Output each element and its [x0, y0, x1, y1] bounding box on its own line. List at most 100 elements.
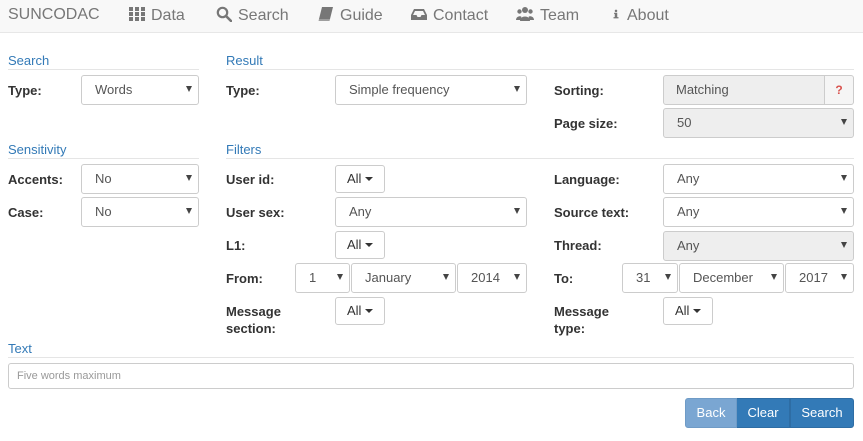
user-id-dropdown[interactable]: All — [335, 165, 386, 193]
page-size-select[interactable]: 50 — [663, 108, 854, 138]
case-select[interactable]: No — [81, 197, 199, 227]
message-type-label: Message type: — [554, 304, 609, 336]
nav-item-team[interactable]: Team — [516, 6, 579, 25]
language-select[interactable]: Any — [663, 164, 854, 194]
search-type-label: Type: — [8, 83, 42, 98]
accents-label: Accents: — [8, 172, 63, 187]
from-month-select[interactable]: January — [351, 263, 456, 293]
to-year-select[interactable]: 2017 — [785, 263, 854, 293]
clear-button[interactable]: Clear — [737, 398, 790, 428]
sensitivity-section-title: Sensitivity — [8, 142, 67, 157]
chevron-down-icon — [841, 119, 847, 125]
nav-item-about[interactable]: About — [611, 6, 669, 25]
language-value: Any — [677, 171, 700, 186]
caret-down-icon — [693, 309, 702, 313]
result-section-divider — [226, 69, 854, 70]
message-section-value: All — [347, 303, 362, 318]
result-type-select[interactable]: Simple frequency — [335, 75, 527, 105]
chevron-down-icon — [665, 274, 671, 280]
nav-item-search-label: Search — [238, 7, 289, 24]
l1-dropdown[interactable]: All — [335, 231, 386, 259]
from-label: From: — [226, 271, 263, 286]
caret-down-icon — [365, 309, 374, 313]
result-type-value: Simple frequency — [349, 82, 450, 97]
language-label: Language: — [554, 172, 620, 187]
text-section-divider — [8, 357, 854, 358]
to-year-value: 2017 — [799, 270, 828, 285]
message-type-dropdown[interactable]: All — [663, 297, 714, 325]
text-section-title: Text — [8, 341, 32, 356]
to-day-select[interactable]: 31 — [622, 263, 678, 293]
l1-label: L1: — [226, 238, 246, 253]
filters-section-title: Filters — [226, 142, 262, 157]
thread-select[interactable]: Any — [663, 231, 854, 261]
nav-item-search[interactable]: Search — [216, 6, 289, 25]
chevron-down-icon — [841, 274, 847, 280]
chevron-down-icon — [514, 274, 520, 280]
search-section-title: Search — [8, 53, 50, 68]
to-label: To: — [554, 271, 574, 286]
back-button[interactable]: Back — [685, 398, 737, 428]
chevron-down-icon — [443, 274, 449, 280]
chevron-down-icon — [841, 208, 847, 214]
sorting-help-button[interactable]: ? — [825, 75, 854, 105]
nav-item-contact[interactable]: Contact — [411, 6, 488, 25]
message-section-label: Message section: — [226, 304, 281, 336]
grid-icon — [129, 6, 145, 22]
search-button[interactable]: Search — [790, 398, 854, 428]
to-month-select[interactable]: December — [679, 263, 784, 293]
page-size-value: 50 — [677, 115, 692, 130]
accents-value: No — [95, 171, 112, 186]
chevron-down-icon — [771, 274, 777, 280]
result-type-label: Type: — [226, 83, 260, 98]
from-day-value: 1 — [309, 270, 317, 285]
search-type-value: Words — [95, 82, 133, 97]
nav-item-guide-label: Guide — [340, 7, 383, 24]
search-icon — [216, 6, 232, 22]
user-sex-select[interactable]: Any — [335, 197, 527, 227]
message-section-dropdown[interactable]: All — [335, 297, 386, 325]
search-type-select[interactable]: Words — [81, 75, 199, 105]
result-section-title: Result — [226, 53, 263, 68]
search-section-divider — [8, 69, 199, 70]
from-year-select[interactable]: 2014 — [457, 263, 527, 293]
to-day-value: 31 — [636, 270, 651, 285]
chevron-down-icon — [841, 175, 847, 181]
info-icon — [611, 6, 621, 22]
nav-item-team-label: Team — [540, 7, 580, 24]
chevron-down-icon — [186, 86, 192, 92]
source-text-select[interactable]: Any — [663, 197, 854, 227]
thread-label: Thread: — [554, 238, 602, 253]
book-icon — [318, 6, 334, 22]
chevron-down-icon — [514, 86, 520, 92]
nav-item-about-label: About — [627, 7, 669, 24]
thread-value: Any — [677, 238, 700, 253]
text-search-input[interactable] — [8, 363, 854, 389]
page-size-label: Page size: — [554, 116, 618, 131]
l1-value: All — [347, 237, 362, 252]
nav-item-guide[interactable]: Guide — [318, 6, 383, 25]
from-month-value: January — [365, 270, 412, 285]
brand-link[interactable]: SUNCODAC — [8, 6, 100, 24]
user-sex-value: Any — [349, 204, 372, 219]
caret-down-icon — [365, 177, 374, 181]
nav-item-data[interactable]: Data — [129, 6, 185, 25]
chevron-down-icon — [514, 208, 520, 214]
accents-select[interactable]: No — [81, 164, 199, 194]
inbox-icon — [411, 6, 427, 22]
from-day-select[interactable]: 1 — [295, 263, 350, 293]
message-type-value: All — [675, 303, 690, 318]
source-text-value: Any — [677, 204, 700, 219]
case-value: No — [95, 204, 112, 219]
users-icon — [516, 6, 534, 22]
chevron-down-icon — [186, 175, 192, 181]
user-id-label: User id: — [226, 172, 275, 187]
case-label: Case: — [8, 205, 44, 220]
sorting-field: Matching — [663, 75, 825, 105]
nav-item-data-label: Data — [151, 7, 185, 24]
filters-section-divider — [226, 158, 854, 159]
navbar: SUNCODAC Data Search Guide Contact Team … — [0, 0, 863, 33]
to-month-value: December — [693, 270, 753, 285]
user-sex-label: User sex: — [226, 205, 285, 220]
source-text-label: Source text: — [554, 205, 630, 220]
